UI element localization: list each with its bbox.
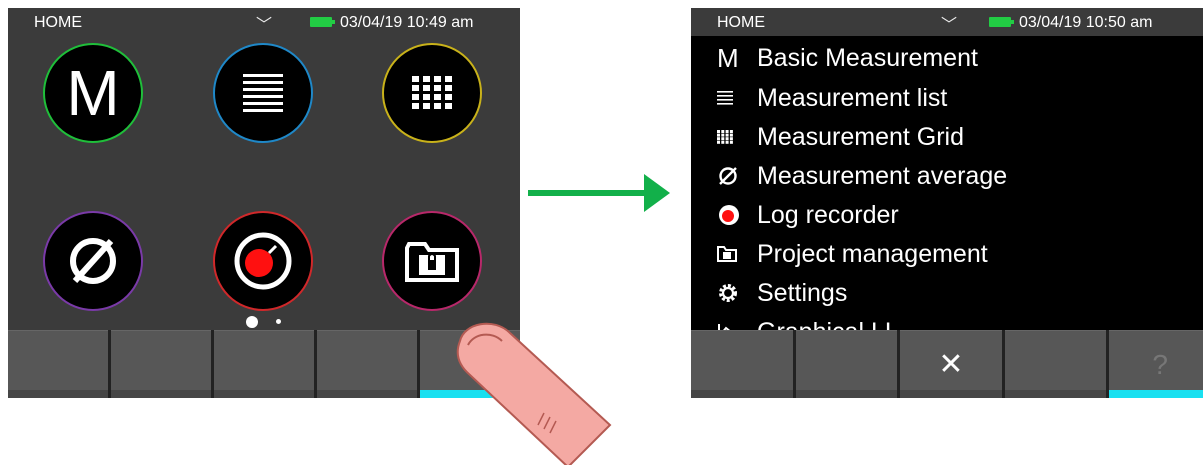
folder-lock-icon [384, 213, 480, 309]
page-dot[interactable] [276, 319, 282, 325]
chevron-down-icon[interactable]: ﹀ [256, 11, 272, 35]
help-label: ? [1152, 349, 1168, 380]
softkey-1[interactable] [8, 330, 108, 398]
menu-item-label: Log recorder [757, 200, 899, 229]
log-recorder-app[interactable] [213, 211, 313, 311]
finger-tap-icon [456, 322, 612, 465]
list-icon [717, 90, 757, 106]
menu-item-label: Settings [757, 278, 848, 307]
project-management-app[interactable] [382, 211, 482, 311]
grid-icon [384, 45, 480, 141]
menu-item-measurement-list[interactable]: Measurement list [717, 79, 947, 117]
folder-lock-icon [717, 246, 757, 262]
battery-icon [989, 17, 1014, 27]
softkey-active-indicator [1109, 390, 1203, 398]
softkey-bar: ✕ ? [691, 330, 1203, 398]
close-softkey[interactable]: ✕ [900, 330, 1002, 398]
menu-item-label: Basic Measurement [757, 43, 978, 72]
status-bar: HOME ﹀ 03/04/19 10:50 am [691, 8, 1203, 36]
menu-item-measurement-grid[interactable]: Measurement Grid [717, 118, 964, 156]
list-icon [215, 45, 311, 141]
menu-item-project-management[interactable]: Project management [717, 235, 988, 273]
menu-item-label: Measurement list [757, 83, 948, 112]
page-dot-active[interactable] [246, 315, 258, 328]
right-device-screen: HOME ﹀ 03/04/19 10:50 am M Basic Measure… [691, 8, 1203, 398]
m-icon: M [717, 42, 739, 73]
measurement-average-app[interactable] [43, 211, 143, 311]
average-icon [45, 213, 141, 309]
status-datetime: 03/04/19 10:49 am [340, 14, 474, 31]
menu-item-label: Project management [757, 239, 988, 268]
softkey-4[interactable] [1004, 330, 1107, 398]
measurement-list-app[interactable] [213, 43, 313, 143]
softkey-1[interactable] [691, 330, 793, 398]
status-title: HOME [34, 14, 82, 31]
record-icon [717, 203, 757, 227]
status-bar: HOME ﹀ 03/04/19 10:49 am [8, 8, 520, 36]
menu-item-label: Measurement average [757, 161, 1008, 190]
basic-measurement-app[interactable]: M [43, 43, 143, 143]
menu-item-label: Measurement Grid [757, 122, 965, 151]
menu-item-log-recorder[interactable]: Log recorder [717, 196, 899, 234]
help-softkey[interactable]: ? [1109, 330, 1203, 398]
softkey-2[interactable] [111, 330, 211, 398]
softkey-2[interactable] [795, 330, 898, 398]
softkey-3[interactable] [214, 330, 314, 398]
record-icon [215, 213, 311, 309]
menu-item-settings[interactable]: Settings [717, 274, 847, 312]
status-datetime: 03/04/19 10:50 am [1019, 14, 1153, 31]
battery-icon [310, 17, 335, 27]
average-icon [717, 165, 757, 187]
transition-arrow-icon [528, 174, 670, 212]
m-icon: M [66, 57, 120, 129]
menu-item-measurement-average[interactable]: Measurement average [717, 157, 1007, 195]
home-menu-list: M Basic Measurement Measurement list Mea… [691, 36, 1203, 346]
gear-icon [717, 282, 757, 304]
measurement-grid-app[interactable] [382, 43, 482, 143]
menu-item-basic-measurement[interactable]: M Basic Measurement [717, 39, 978, 77]
chevron-down-icon[interactable]: ﹀ [941, 11, 957, 35]
close-icon: ✕ [938, 348, 964, 381]
grid-icon [717, 130, 757, 144]
page-indicator[interactable] [246, 313, 282, 331]
status-title: HOME [717, 14, 765, 31]
softkey-4[interactable] [317, 330, 417, 398]
